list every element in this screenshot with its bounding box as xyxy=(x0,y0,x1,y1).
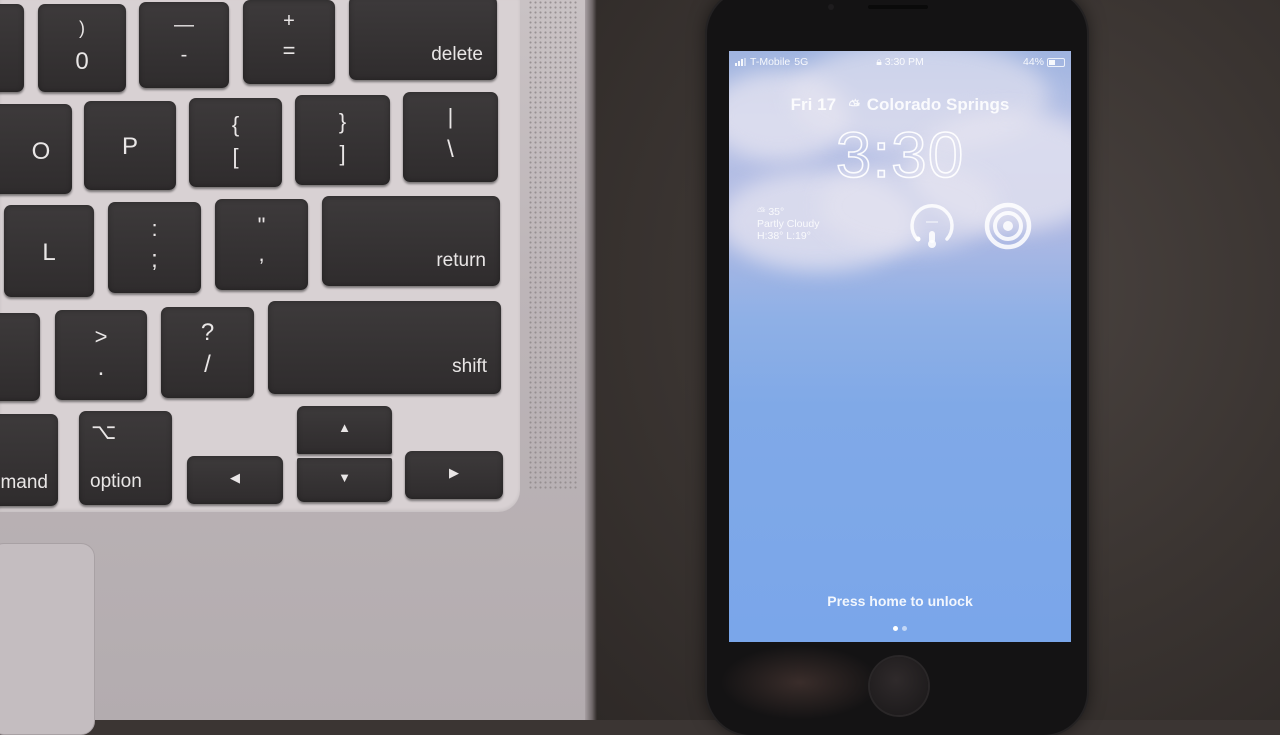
key-command[interactable]: mand xyxy=(0,414,58,506)
key-delete-label: delete xyxy=(431,44,483,65)
key-l-label: L xyxy=(42,239,56,266)
home-button[interactable] xyxy=(870,657,928,715)
date-location: Fri 17 ⛅︎ Colorado Springs xyxy=(729,95,1071,115)
key-bracket-right-main: ] xyxy=(339,141,346,166)
weather-condition: Partly Cloudy xyxy=(757,218,820,230)
key-command-label: mand xyxy=(0,472,48,493)
key-semicolon-main: ; xyxy=(151,246,158,273)
speaker-grille xyxy=(528,0,578,490)
thermometer-gauge-icon[interactable] xyxy=(907,201,957,251)
unlock-prompt: Press home to unlock xyxy=(827,593,973,609)
weather-high-low: H:38° L:19° xyxy=(757,230,811,242)
arrow-up-icon: ▲ xyxy=(338,420,351,435)
key-arrow-right[interactable]: ▶ xyxy=(405,451,503,499)
key-bracket-right[interactable]: } ] xyxy=(295,95,390,185)
key-option[interactable]: ⌥ option xyxy=(79,411,172,505)
date: Fri 17 xyxy=(790,95,837,114)
key-equals[interactable]: + = xyxy=(243,0,335,84)
key-quote-main: , xyxy=(258,241,265,266)
concentric-rings-icon[interactable] xyxy=(983,201,1033,251)
key-equals-main: = xyxy=(282,38,296,63)
arrow-right-icon: ▶ xyxy=(449,465,459,480)
key-option-label: option xyxy=(90,471,142,492)
key-delete[interactable]: delete xyxy=(349,0,497,80)
key-backslash-main: \ xyxy=(447,136,454,163)
lock-screen[interactable]: T-Mobile 5G 🔒︎ 3:30 PM 44% Fri 17 ⛅︎ Col… xyxy=(729,51,1071,642)
key-slash-shift: ? xyxy=(200,319,215,346)
key-9[interactable] xyxy=(0,4,24,92)
key-shift[interactable]: shift xyxy=(268,301,501,394)
key-minus-shift: — xyxy=(174,14,194,36)
battery-icon xyxy=(1047,57,1065,67)
key-period[interactable]: > . xyxy=(55,310,147,400)
key-0[interactable]: ) 0 xyxy=(38,4,126,92)
key-0-shift: ) xyxy=(79,18,85,38)
key-p-label: P xyxy=(121,133,138,160)
key-quote[interactable]: " , xyxy=(215,199,308,290)
option-symbol-icon: ⌥ xyxy=(91,419,117,444)
key-bracket-right-shift: } xyxy=(338,109,347,134)
key-arrow-up[interactable]: ▲ xyxy=(297,406,392,454)
lock-icon: 🔒︎ xyxy=(876,56,882,68)
page-dot[interactable] xyxy=(902,626,907,631)
status-bar: T-Mobile 5G 🔒︎ 3:30 PM 44% xyxy=(735,55,1065,71)
key-period-main: . xyxy=(97,354,105,381)
key-slash-main: / xyxy=(204,351,211,378)
lock-clock: 3:30 xyxy=(835,118,965,192)
key-p[interactable]: P xyxy=(84,101,176,190)
trackpad[interactable] xyxy=(0,543,95,735)
page-dot[interactable] xyxy=(893,626,898,631)
screen-reflection xyxy=(720,645,880,720)
key-arrow-left[interactable]: ◀ xyxy=(187,456,283,504)
weather-temperature: 35° xyxy=(768,206,785,218)
key-slash[interactable]: ? / xyxy=(161,307,254,398)
key-semicolon[interactable]: : ; xyxy=(108,202,201,293)
key-l[interactable]: L xyxy=(4,205,94,297)
key-period-shift: > xyxy=(94,324,108,349)
key-minus[interactable]: — - xyxy=(139,2,229,88)
key-minus-main: - xyxy=(180,44,188,66)
page-indicator[interactable] xyxy=(729,626,1071,631)
key-bracket-left-shift: { xyxy=(231,112,240,137)
partly-cloudy-icon: ⛅︎ xyxy=(848,97,860,113)
key-comma[interactable] xyxy=(0,313,40,401)
battery-percent: 44% xyxy=(1022,56,1044,68)
earpiece xyxy=(868,5,928,9)
key-backslash-shift: | xyxy=(447,104,454,129)
key-semicolon-shift: : xyxy=(151,216,158,241)
front-camera xyxy=(828,4,834,10)
arrow-left-icon: ◀ xyxy=(230,470,240,485)
key-arrow-down[interactable]: ▼ xyxy=(297,458,392,502)
key-0-main: 0 xyxy=(75,48,89,75)
arrow-down-icon: ▼ xyxy=(338,470,351,485)
key-o-label: O xyxy=(31,138,51,165)
weather-widget[interactable]: ⛅︎ 35° Partly Cloudy H:38° L:19° xyxy=(757,206,819,242)
key-equals-shift: + xyxy=(283,10,295,32)
key-backslash[interactable]: | \ xyxy=(403,92,498,182)
status-time: 3:30 PM xyxy=(884,56,924,68)
key-return-label: return xyxy=(436,250,486,271)
key-o[interactable]: O xyxy=(0,104,72,194)
key-bracket-left-main: [ xyxy=(232,144,239,169)
key-bracket-left[interactable]: { [ xyxy=(189,98,282,187)
partly-cloudy-icon: ⛅︎ xyxy=(757,206,766,218)
key-quote-shift: " xyxy=(257,213,266,238)
key-return[interactable]: return xyxy=(322,196,500,286)
location: Colorado Springs xyxy=(866,95,1010,114)
key-shift-label: shift xyxy=(452,356,487,377)
laptop: ) 0 — - + = delete O P { [ } ] | \ L : ;… xyxy=(0,0,595,735)
laptop-edge xyxy=(585,0,597,720)
